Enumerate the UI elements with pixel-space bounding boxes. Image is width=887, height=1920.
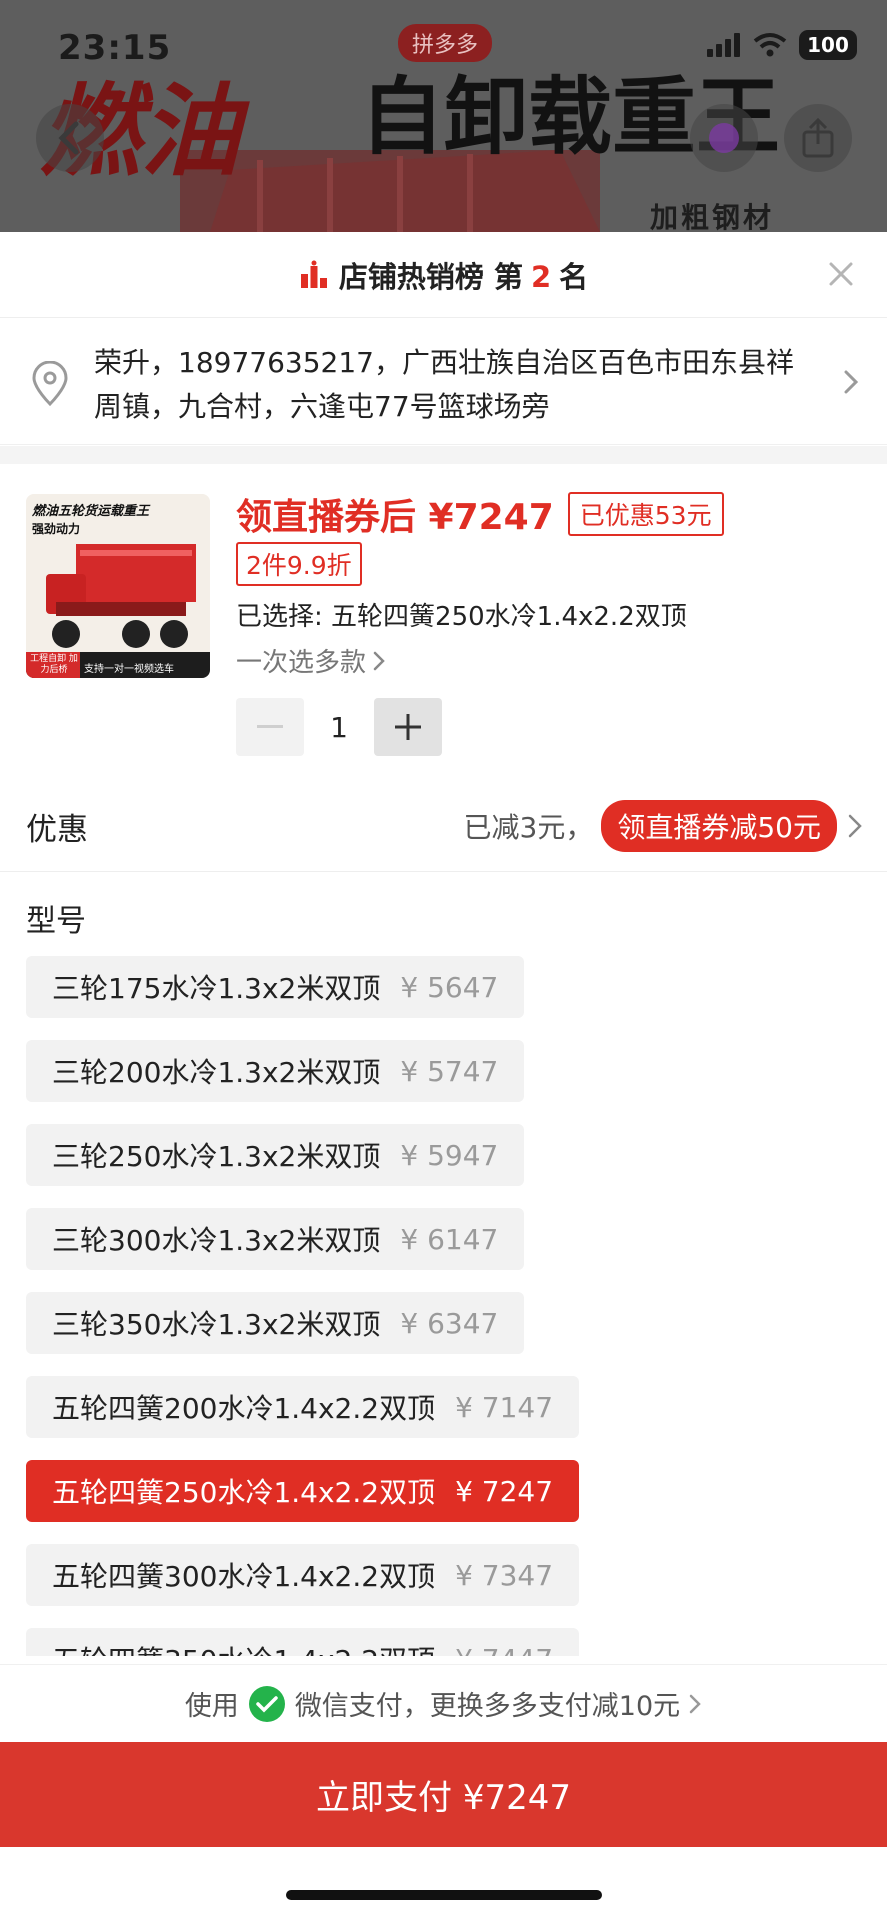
battery-indicator: 100	[799, 30, 857, 60]
model-option-price: ¥ 7247	[455, 1474, 554, 1508]
store-rank-bar[interactable]: 店铺热销榜 第2名	[0, 232, 887, 318]
quantity-stepper: 1	[236, 698, 442, 756]
discount-badge: 2件9.9折	[236, 542, 362, 586]
favorite-icon	[709, 123, 739, 153]
model-option-name: 三轮300水冷1.3x2米双顶	[52, 1224, 381, 1257]
chevron-right-icon	[373, 651, 385, 670]
model-option-price: ¥ 5747	[400, 1054, 499, 1088]
model-option-price: ¥ 7147	[455, 1390, 554, 1424]
model-section-title: 型号	[26, 904, 86, 939]
product-price: 领直播券后 ¥7247	[236, 497, 554, 538]
share-icon	[802, 118, 834, 158]
section-divider	[0, 446, 887, 464]
price-line: 领直播券后 ¥7247 已优惠53元	[236, 488, 724, 540]
favorite-button[interactable]	[690, 104, 758, 172]
payment-method-text: 微信支付，更换多多支付减10元	[294, 1691, 681, 1722]
promotion-label: 优惠	[26, 812, 88, 848]
payment-method-row[interactable]: 使用 微信支付，更换多多支付减10元	[0, 1664, 887, 1742]
pay-now-button[interactable]: 立即支付 ¥7247	[0, 1742, 887, 1847]
shipping-address[interactable]: 荣升，18977635217，广西壮族自治区百色市田东县祥周镇，九合村，六逢屯7…	[0, 319, 887, 445]
live-coupon-button[interactable]: 领直播券减50元	[601, 800, 837, 852]
wechat-pay-icon	[248, 1685, 285, 1722]
model-option-price: ¥ 7347	[455, 1558, 554, 1592]
back-arrow-icon	[58, 121, 79, 155]
thumb-line1: 燃油五轮货运载重王	[32, 504, 150, 519]
banner-subline: 加粗钢材	[650, 201, 775, 232]
model-option-name: 三轮200水冷1.3x2米双顶	[52, 1056, 381, 1089]
plus-icon	[395, 714, 421, 740]
thumb-badge2: 支持一对一视频选车	[84, 664, 174, 675]
model-option[interactable]: 三轮350水冷1.3x2米双顶 ¥ 6347	[26, 1292, 525, 1354]
home-indicator[interactable]	[286, 1890, 602, 1900]
chevron-right-icon	[848, 814, 862, 838]
model-option-name: 五轮四簧300水冷1.4x2.2双顶	[52, 1560, 436, 1593]
model-option[interactable]: 三轮250水冷1.3x2米双顶 ¥ 5947	[26, 1124, 525, 1186]
thumb-badge1: 工程自卸 加力后桥	[30, 654, 78, 675]
rank-number: 2	[530, 259, 552, 294]
product-banner: 拼多多 燃油 自卸载重王 加粗钢材 23:15 100	[0, 0, 887, 232]
model-option-name: 三轮350水冷1.3x2米双顶	[52, 1308, 381, 1341]
close-icon[interactable]	[821, 254, 861, 294]
back-button[interactable]	[36, 104, 104, 172]
chevron-right-icon	[689, 1694, 701, 1713]
model-option-name: 三轮175水冷1.3x2米双顶	[52, 972, 381, 1005]
payment-use-label: 使用	[184, 1691, 239, 1722]
store-rank-text: 店铺热销榜 第2名	[339, 254, 588, 296]
share-button[interactable]	[784, 104, 852, 172]
purchase-sheet: 店铺热销榜 第2名 荣升，18977635217，广西壮族自治区百色市田东县祥周…	[0, 232, 887, 1920]
wifi-icon	[753, 33, 787, 57]
model-option-price: ¥ 6147	[400, 1222, 499, 1256]
product-summary: 燃油五轮货运载重王 强劲动力 工程自卸 加力后桥 支持一对一视频选车 领直播券后…	[0, 464, 887, 774]
model-option-price: ¥ 5647	[400, 970, 499, 1004]
signal-icon	[707, 33, 740, 57]
rank-suffix: 名	[559, 259, 589, 294]
location-pin-icon	[32, 361, 68, 407]
model-option-price: ¥ 7447	[455, 1643, 553, 1657]
promotion-row[interactable]: 优惠 已减3元， 领直播券减50元	[0, 778, 887, 872]
promotion-reduced: 已减3元，	[463, 811, 594, 844]
model-option[interactable]: 三轮200水冷1.3x2米双顶 ¥ 5747	[26, 1040, 525, 1102]
model-option-selected[interactable]: 五轮四簧250水冷1.4x2.2双顶 ¥ 7247	[26, 1460, 580, 1522]
model-option-name: 五轮四簧200水冷1.4x2.2双顶	[52, 1392, 436, 1425]
model-option-name: 三轮250水冷1.3x2米双顶	[52, 1140, 381, 1173]
chevron-right-icon	[844, 370, 859, 394]
multi-select-label: 一次选多款	[236, 648, 367, 678]
model-option-price: ¥ 5947	[400, 1138, 499, 1172]
status-indicators: 100	[707, 30, 857, 60]
model-option[interactable]: 三轮300水冷1.3x2米双顶 ¥ 6147	[26, 1208, 525, 1270]
minus-icon	[257, 725, 283, 728]
thumb-line2: 强劲动力	[32, 522, 81, 536]
model-option[interactable]: 三轮175水冷1.3x2米双顶 ¥ 5647	[26, 956, 525, 1018]
model-option[interactable]: 五轮四簧300水冷1.4x2.2双顶 ¥ 7347	[26, 1544, 580, 1606]
rank-chart-icon	[300, 260, 327, 288]
multi-select-link[interactable]: 一次选多款	[236, 642, 386, 679]
model-option-name: 五轮四簧350水冷1.4x2.2双顶	[52, 1639, 435, 1656]
product-thumbnail[interactable]: 燃油五轮货运载重王 强劲动力 工程自卸 加力后桥 支持一对一视频选车	[26, 494, 210, 678]
model-option[interactable]: 五轮四簧200水冷1.4x2.2双顶 ¥ 7147	[26, 1376, 580, 1438]
saved-badge: 已优惠53元	[567, 492, 724, 536]
promotion-details: 已减3元， 领直播券减50元	[464, 800, 863, 852]
model-options: 三轮175水冷1.3x2米双顶 ¥ 5647 三轮200水冷1.3x2米双顶 ¥ 5…	[26, 956, 866, 1656]
quantity-value[interactable]: 1	[304, 711, 374, 744]
address-text: 荣升，18977635217，广西壮族自治区百色市田东县祥周镇，九合村，六逢屯7…	[94, 346, 794, 423]
selected-spec: 已选择: 五轮四簧250水冷1.4x2.2双顶	[236, 602, 687, 632]
decrease-quantity-button[interactable]	[236, 698, 304, 756]
rank-prefix: 店铺热销榜 第	[338, 259, 523, 294]
increase-quantity-button[interactable]	[374, 698, 442, 756]
model-option-price: ¥ 6347	[400, 1306, 499, 1340]
status-time: 23:15	[58, 28, 172, 68]
model-option-name: 五轮四簧250水冷1.4x2.2双顶	[52, 1476, 436, 1509]
model-option[interactable]: 五轮四簧350水冷1.4x2.2双顶 ¥ 7447	[26, 1628, 580, 1657]
